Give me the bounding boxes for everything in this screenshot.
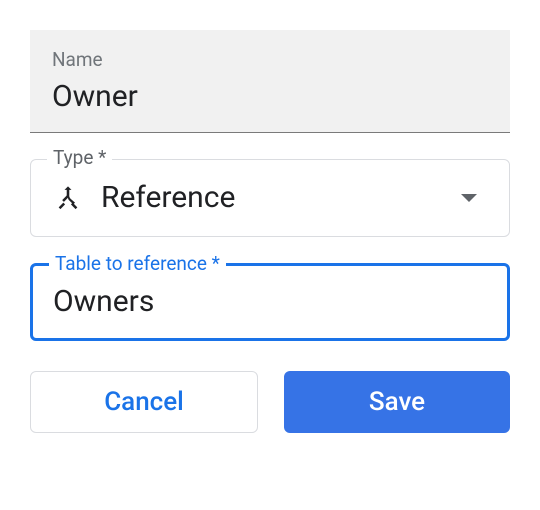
name-field[interactable]: Name Owner: [30, 30, 510, 133]
merge-icon: [53, 183, 83, 213]
save-button[interactable]: Save: [284, 371, 510, 433]
button-row: Cancel Save: [30, 371, 510, 433]
name-label: Name: [52, 48, 488, 71]
chevron-down-icon: [461, 194, 477, 202]
type-value: Reference: [101, 180, 443, 216]
type-select[interactable]: Type * Reference: [30, 159, 510, 237]
table-reference-value: Owners: [53, 284, 489, 320]
name-value: Owner: [52, 77, 488, 116]
table-reference-select[interactable]: Table to reference * Owners: [30, 263, 510, 341]
table-reference-label: Table to reference *: [49, 254, 226, 273]
cancel-button[interactable]: Cancel: [30, 371, 258, 433]
type-label: Type *: [47, 148, 112, 167]
